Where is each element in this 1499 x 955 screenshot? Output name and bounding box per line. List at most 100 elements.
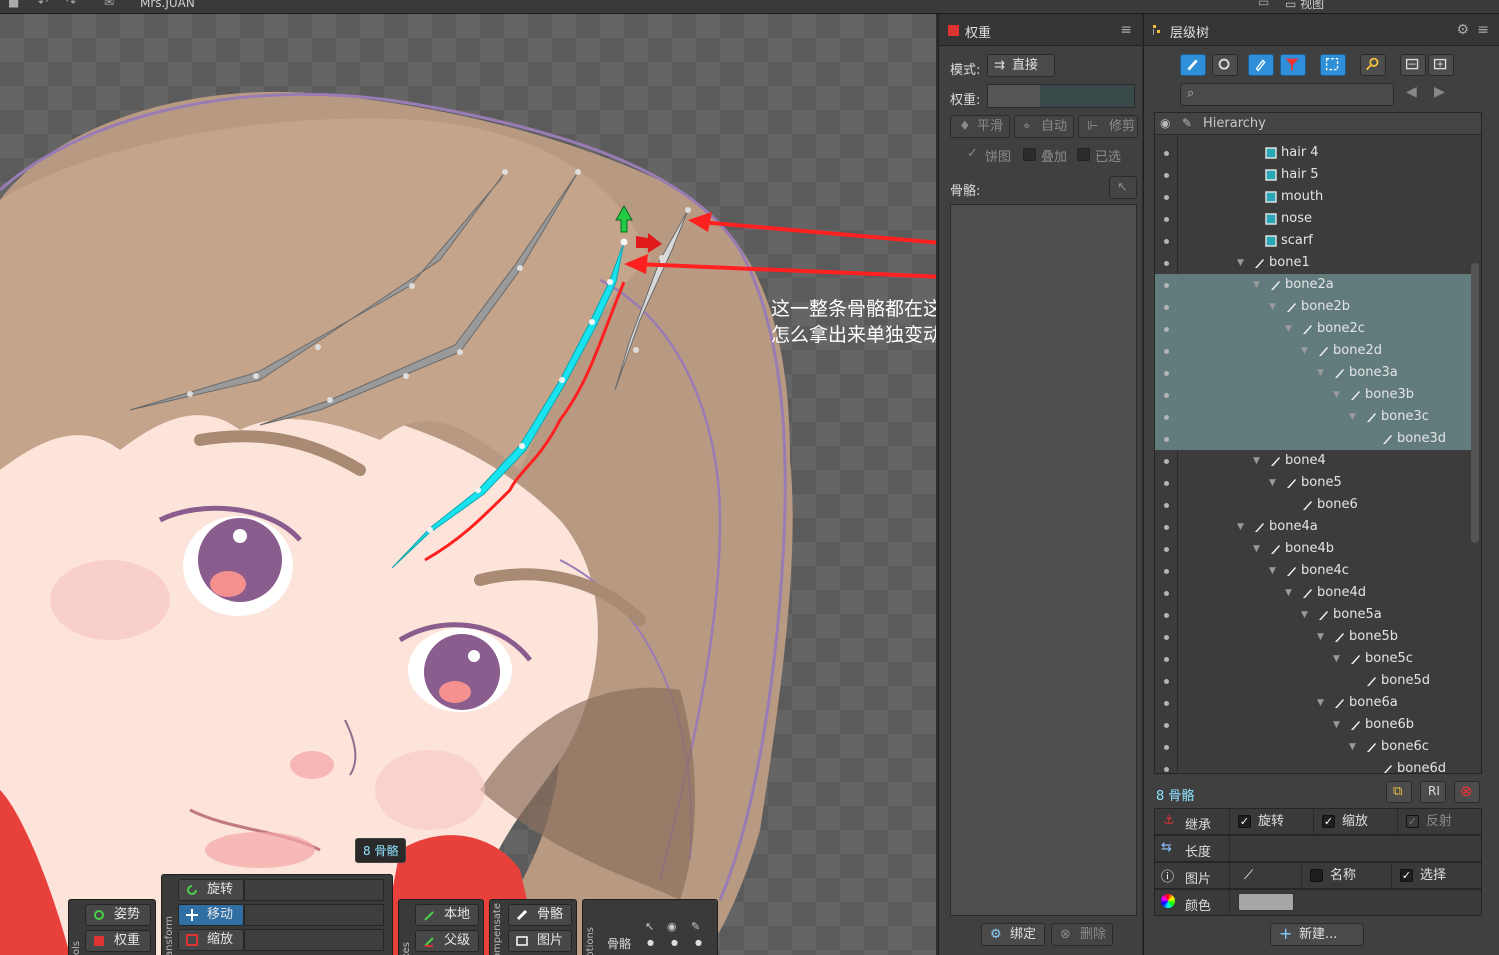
tree-scrollbar[interactable] bbox=[1471, 263, 1479, 543]
expand-triangle-icon[interactable]: ▼ bbox=[1237, 516, 1244, 538]
visibility-dot-icon[interactable] bbox=[1164, 371, 1169, 376]
visibility-dot-icon[interactable] bbox=[1164, 393, 1169, 398]
rotate-value-field[interactable] bbox=[244, 879, 384, 901]
visibility-dot-icon[interactable] bbox=[1164, 701, 1169, 706]
weight-slider[interactable] bbox=[987, 84, 1135, 108]
filter-settings-icon[interactable]: ⚙ bbox=[1456, 22, 1469, 38]
visibility-dot-icon[interactable] bbox=[1164, 679, 1169, 684]
visibility-dot-icon[interactable] bbox=[1164, 349, 1169, 354]
collapse-all-button[interactable] bbox=[1400, 54, 1426, 76]
option-dot[interactable]: ● bbox=[695, 938, 702, 947]
tree-row-bone2a[interactable]: ▼ bone2a bbox=[1155, 274, 1471, 296]
overlay-selected-label[interactable]: 已选 bbox=[1095, 146, 1121, 165]
inherit-scale-cell[interactable]: ✓ 缩放 bbox=[1313, 809, 1397, 834]
bind-button[interactable]: ⚙ 绑定 bbox=[981, 923, 1045, 946]
inherit-rotation-cell[interactable]: ✓ 旋转 bbox=[1229, 809, 1313, 834]
mode-dropdown[interactable]: ⇉ 直接 bbox=[987, 54, 1055, 77]
visibility-dot-icon[interactable] bbox=[1164, 723, 1169, 728]
expand-triangle-icon[interactable]: ▼ bbox=[1349, 406, 1356, 428]
tree-row-bone3b[interactable]: ▼ bone3b bbox=[1155, 384, 1471, 406]
expand-triangle-icon[interactable]: ▼ bbox=[1333, 648, 1340, 670]
visibility-dot-icon[interactable] bbox=[1164, 151, 1169, 156]
tree-row-bone4[interactable]: ▼ bone4 bbox=[1155, 450, 1471, 472]
expand-triangle-icon[interactable]: ▼ bbox=[1333, 384, 1340, 406]
inherit-reflect-checkbox[interactable]: ✓ bbox=[1406, 815, 1419, 828]
tree-row-bone6d[interactable]: bone6d bbox=[1155, 758, 1471, 773]
expand-triangle-icon[interactable]: ▼ bbox=[1237, 252, 1244, 274]
expand-triangle-icon[interactable]: ▼ bbox=[1253, 274, 1260, 296]
panel-menu-icon[interactable]: ≡ bbox=[1120, 22, 1132, 38]
tree-row-bone4c[interactable]: ▼ bone4c bbox=[1155, 560, 1471, 582]
visibility-dot-icon[interactable] bbox=[1164, 503, 1169, 508]
expand-triangle-icon[interactable]: ▼ bbox=[1285, 582, 1292, 604]
show-name-cell[interactable]: 名称 bbox=[1301, 863, 1391, 888]
overlay-pie-label[interactable]: 饼图 bbox=[985, 146, 1011, 165]
visibility-dot-icon[interactable] bbox=[1164, 547, 1169, 552]
tree-row-scarf[interactable]: scarf bbox=[1155, 230, 1471, 252]
option-dot[interactable]: ● bbox=[647, 938, 654, 947]
expand-triangle-icon[interactable]: ▼ bbox=[1317, 626, 1324, 648]
expand-triangle-icon[interactable]: ▼ bbox=[1253, 450, 1260, 472]
new-button[interactable]: + 新建... bbox=[1270, 923, 1364, 946]
editor-viewport[interactable]: 这一整条骨骼都在这个右边父级里面了， 怎么拿出来单独变动的意思 8 骨骼 Too… bbox=[0, 14, 936, 955]
remove-button[interactable]: ⊗ 删除 bbox=[1051, 923, 1113, 946]
visibility-dot-icon[interactable] bbox=[1164, 437, 1169, 442]
tree-row-bone6b[interactable]: ▼ bone6b bbox=[1155, 714, 1471, 736]
tree-row-mouth[interactable]: mouth bbox=[1155, 186, 1471, 208]
option-dot[interactable]: ● bbox=[671, 938, 678, 947]
translate-value-field[interactable] bbox=[244, 904, 384, 926]
visibility-dot-icon[interactable] bbox=[1164, 239, 1169, 244]
show-name-checkbox[interactable] bbox=[1310, 869, 1323, 882]
next-result-icon[interactable]: ▶ bbox=[1434, 84, 1445, 100]
expand-triangle-icon[interactable]: ▼ bbox=[1317, 362, 1324, 384]
visibility-dot-icon[interactable] bbox=[1164, 305, 1169, 310]
visibility-dot-icon[interactable] bbox=[1164, 613, 1169, 618]
hierarchy-tree[interactable]: ◉ ✎ Hierarchy hair 4 hair 5 mouth nose scarf… bbox=[1154, 112, 1482, 774]
show-slots-filter[interactable] bbox=[1212, 54, 1238, 76]
rotate-tool-button[interactable]: 旋转 bbox=[178, 879, 244, 901]
visibility-dot-icon[interactable] bbox=[1164, 459, 1169, 464]
tree-row-bone5[interactable]: ▼ bone5 bbox=[1155, 472, 1471, 494]
tree-row-bone4b[interactable]: ▼ bone4b bbox=[1155, 538, 1471, 560]
prune-button[interactable]: ⊩ 修剪 bbox=[1078, 115, 1138, 138]
rename-button[interactable]: RI bbox=[1420, 781, 1446, 803]
view-menu-button[interactable]: ▭ 视图 bbox=[1285, 0, 1324, 12]
tree-row-bone3d[interactable]: bone3d bbox=[1155, 428, 1471, 450]
compensate-bones-button[interactable]: 骨骼 bbox=[508, 904, 572, 926]
overlay-add-label[interactable]: 叠加 bbox=[1041, 146, 1067, 165]
expand-triangle-icon[interactable]: ▼ bbox=[1301, 604, 1308, 626]
visibility-dot-icon[interactable] bbox=[1164, 481, 1169, 486]
expand-triangle-icon[interactable]: ▼ bbox=[1269, 472, 1276, 494]
scale-tool-button[interactable]: 缩放 bbox=[178, 929, 244, 951]
save-icon[interactable]: ■ bbox=[8, 0, 22, 9]
visibility-dot-icon[interactable] bbox=[1164, 173, 1169, 178]
expand-triangle-icon[interactable]: ▼ bbox=[1269, 296, 1276, 318]
search-input[interactable] bbox=[1205, 86, 1385, 103]
visibility-dot-icon[interactable] bbox=[1164, 217, 1169, 222]
image-bone-cell[interactable]: ⟋ bbox=[1229, 863, 1301, 888]
visibility-dot-icon[interactable] bbox=[1164, 767, 1169, 772]
find-button[interactable] bbox=[1360, 54, 1386, 76]
expand-triangle-icon[interactable]: ▼ bbox=[1301, 340, 1308, 362]
parent-axes-button[interactable]: 父级 bbox=[415, 930, 479, 952]
smooth-button[interactable]: ♦ 平滑 bbox=[950, 115, 1010, 138]
visibility-dot-icon[interactable] bbox=[1164, 261, 1169, 266]
weights-tool-button[interactable]: 权重 bbox=[85, 930, 151, 952]
tree-search-box[interactable]: ⌕ bbox=[1180, 83, 1394, 106]
inherit-rotation-checkbox[interactable]: ✓ bbox=[1238, 815, 1251, 828]
visibility-dot-icon[interactable] bbox=[1164, 745, 1169, 750]
show-constraints-filter[interactable] bbox=[1280, 54, 1306, 76]
compensate-images-button[interactable]: 图片 bbox=[508, 930, 572, 952]
duplicate-button[interactable]: ⧉ bbox=[1386, 781, 1412, 803]
tree-row-bone2c[interactable]: ▼ bone2c bbox=[1155, 318, 1471, 340]
tree-row-bone1[interactable]: ▼ bone1 bbox=[1155, 252, 1471, 274]
focus-selection-button[interactable] bbox=[1320, 54, 1346, 76]
tree-row-bone6a[interactable]: ▼ bone6a bbox=[1155, 692, 1471, 714]
length-field[interactable] bbox=[1229, 836, 1481, 861]
auto-button[interactable]: ⌖ 自动 bbox=[1014, 115, 1074, 138]
expand-triangle-icon[interactable]: ▼ bbox=[1269, 560, 1276, 582]
tree-row-bone6[interactable]: bone6 bbox=[1155, 494, 1471, 516]
redo-icon[interactable]: ↷ bbox=[66, 0, 80, 9]
delete-button[interactable]: ⊗ bbox=[1454, 781, 1480, 803]
tree-row-bone5d[interactable]: bone5d bbox=[1155, 670, 1471, 692]
